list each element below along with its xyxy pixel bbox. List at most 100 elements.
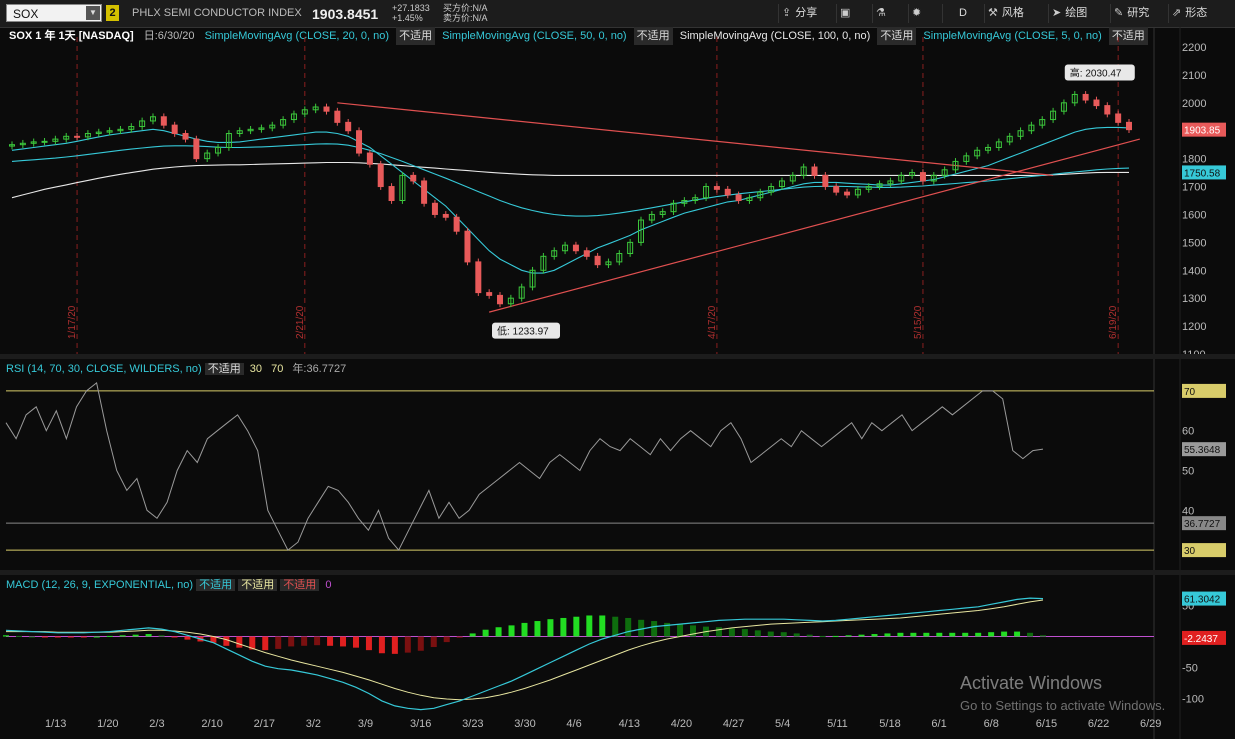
price-axis: 1100120013001400150016001700180019002000… [1182,42,1226,361]
candle-body [410,174,417,182]
net-change: +27.1833 [392,3,430,13]
date-tick-label: 6/15 [1036,718,1057,730]
candle-body [833,186,840,193]
macd-histogram-bar [547,619,554,637]
macd-histogram-bar [28,636,35,638]
macd-histogram-bar [573,616,580,637]
activation-watermark: Activate Windows [960,673,1103,693]
macd-histogram-bar [340,636,347,647]
date-tick-label: 3/30 [514,718,535,730]
macd-histogram-bar [651,621,658,637]
macd-histogram-bar [106,635,113,637]
macd-histogram-bar [469,633,476,637]
macd-histogram-bar [391,636,398,654]
candle-body [594,255,601,266]
share-button[interactable]: ⇪ 分享 [778,4,820,23]
macd-histogram-bar [3,635,9,637]
rsi-level-70: 70 [271,363,284,375]
earnings-date-label: 4/17/20 [707,305,718,339]
date-tick-label: 4/20 [671,718,692,730]
drawing-button[interactable]: ➤ 绘图 [1048,4,1090,23]
date-tick-label: 2/10 [201,718,222,730]
candle-body [431,202,438,215]
macd-histogram-bar [93,636,100,638]
last-price-badge: 1903.85 [1184,126,1221,137]
macd-label[interactable]: MACD (12, 26, 9, EXPONENTIAL, no) [6,579,193,591]
macd-histogram-bar [365,636,372,651]
macd-histogram-bar [236,636,243,648]
chart-canvas[interactable]: 1/17/20 2/21/20 4/17/20 5/15/20 6/19/20 高: 20… [0,27,1235,739]
studies-icon: ✎ [1114,7,1124,19]
macd-histogram-bar [625,617,632,637]
snapshot-button[interactable]: ▣ [836,4,857,23]
bid-ask: 买方价:N/A 卖方价:N/A [443,3,488,23]
index-name: PHLX SEMI CONDUCTOR INDEX [132,7,302,19]
candle-body [41,140,48,143]
candle-body [735,194,742,202]
candle-body [171,124,178,135]
settings-button[interactable]: ✹ [908,4,928,23]
macd-value-1: 不适用 [196,579,236,591]
macd-tick-label: -50 [1182,662,1198,674]
macd-histogram-bar [158,635,165,637]
pane-divider-1[interactable] [0,354,1235,359]
date-tick-label: 4/27 [723,718,744,730]
macd-histogram-bar [793,633,800,637]
rsi-tick-label: 50 [1182,466,1194,478]
candle-body [182,133,189,140]
macd-histogram-bar [508,625,515,637]
candle-body [356,130,363,154]
date-tick-label: 5/4 [775,718,790,730]
macd-histogram-bar [404,636,411,653]
style-button[interactable]: ⚒ 风格 [984,4,1027,23]
price-tick-label: 1800 [1182,154,1206,166]
date-tick-label: 3/16 [410,718,431,730]
pct-change: +1.45% [392,13,423,23]
high-callout-text: 高: 2030.47 [1070,66,1122,79]
candle-body [724,188,731,196]
candle-body [421,180,428,204]
rsi-value: 不适用 [204,363,244,375]
date-tick-label: 4/6 [566,718,581,730]
ask-text: 卖方价:N/A [443,13,488,23]
rsi-legend: RSI (14, 70, 30, CLOSE, WILDERS, no) 不适用… [6,361,349,377]
macd-histogram-bar [897,632,904,637]
date-tick-label: 6/22 [1088,718,1109,730]
macd-histogram-bar [443,636,450,643]
patterns-button[interactable]: ⇗ 形态 [1168,4,1210,23]
studies-button[interactable]: ✎ 研究 [1110,4,1152,23]
macd-histogram-bar [275,636,282,649]
price-tick-label: 2000 [1182,98,1206,110]
macd-legend: MACD (12, 26, 9, EXPONENTIAL, no) 不适用 不适… [6,577,334,593]
pane-divider-2[interactable] [0,570,1235,575]
macd-value-2: 不适用 [238,579,278,591]
macd-histogram-bar [262,636,269,651]
macd-histogram-bar [15,635,22,637]
symbol-input[interactable]: SOX ▼ [6,4,102,22]
flask-button[interactable]: ⚗ [872,4,893,23]
date-axis: 1/13 1/20 2/3 2/10 2/17 3/2 3/9 3/16 3/23 3/30 4/6… [45,718,1161,730]
rsi-avg: 年:36.7727 [292,363,347,375]
date-tick-label: 5/18 [879,718,900,730]
date-tick-label: 6/29 [1140,718,1161,730]
date-tick-label: 2/3 [149,718,164,730]
sma100-line [11,161,1129,199]
candle-body [377,163,384,188]
macd-badge-diff: -2.2437 [1184,634,1218,645]
symbol-text: SOX [13,7,39,21]
aggregation-button[interactable]: D [942,4,983,23]
link-group-badge[interactable]: 2 [106,5,119,21]
macd-histogram-bar [145,634,152,637]
macd-tick-label: -100 [1182,693,1204,705]
rsi-label[interactable]: RSI (14, 70, 30, CLOSE, WILDERS, no) [6,363,202,375]
macd-histogram-bar [741,629,748,637]
macd-histogram-bar [780,632,787,637]
macd-histogram-bar [923,632,930,637]
sma-price-badge: 1750.58 [1184,168,1221,179]
chevron-down-icon[interactable]: ▼ [86,6,100,20]
candle-body [464,230,471,263]
candle-body [713,186,720,190]
macd-histogram-bar [456,636,463,638]
gear-icon: ✹ [912,7,922,19]
candle-body [1093,99,1100,107]
